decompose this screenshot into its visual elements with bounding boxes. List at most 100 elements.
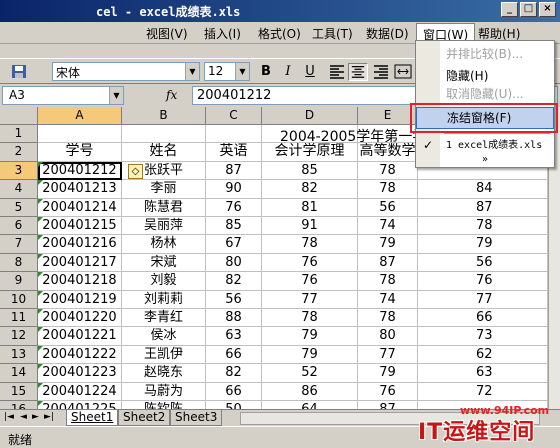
align-center-button[interactable] — [348, 63, 368, 81]
table-cell[interactable]: 赵晓东 — [122, 364, 206, 383]
table-cell[interactable]: 80 — [206, 253, 262, 273]
tab-sheet2[interactable]: Sheet2 — [118, 410, 171, 426]
table-cell[interactable]: 76 — [418, 272, 548, 291]
column-header-d[interactable]: D — [262, 107, 358, 125]
table-cell[interactable]: 刘毅 — [122, 272, 206, 291]
table-cell[interactable]: 91 — [262, 217, 358, 236]
table-cell[interactable]: 74 — [358, 217, 418, 236]
menu-data[interactable]: 数据(D) — [366, 25, 409, 42]
table-cell[interactable]: 李丽 — [122, 180, 206, 199]
student-id-cell[interactable]: 200401224 — [38, 382, 122, 401]
table-cell[interactable]: 76 — [262, 272, 358, 291]
student-id-cell[interactable]: 200401219 — [38, 290, 122, 309]
table-cell[interactable]: 87 — [358, 401, 418, 409]
error-smart-tag-icon[interactable]: ◇ — [128, 163, 143, 179]
table-cell[interactable]: 64 — [262, 401, 358, 409]
row-header[interactable]: 8 — [0, 253, 38, 273]
table-cell[interactable]: 宋斌 — [122, 253, 206, 273]
table-cell[interactable]: 陈慧君 — [122, 198, 206, 217]
table-cell[interactable]: 84 — [418, 180, 548, 199]
table-cell[interactable]: 90 — [206, 180, 262, 199]
row-header[interactable]: 4 — [0, 180, 38, 199]
menu-item-compare-side-by-side[interactable]: 并排比较(B)... — [416, 43, 554, 65]
student-id-cell[interactable]: 200401225 — [38, 401, 122, 409]
expand-menu-icon[interactable]: » — [416, 154, 554, 165]
table-cell[interactable]: 88 — [206, 309, 262, 328]
student-id-cell[interactable]: 200401222 — [38, 345, 122, 365]
table-cell[interactable]: 刘莉莉 — [122, 290, 206, 309]
underline-button[interactable]: U — [300, 63, 320, 81]
row-header[interactable]: 16 — [0, 401, 38, 409]
close-icon[interactable]: × — [539, 2, 556, 17]
first-sheet-icon[interactable]: |◄ — [4, 412, 14, 422]
chevron-down-icon[interactable]: ▼ — [109, 87, 123, 104]
table-cell[interactable]: 73 — [418, 327, 548, 346]
align-right-icon[interactable] — [372, 63, 390, 80]
last-sheet-icon[interactable]: ►| — [44, 412, 54, 422]
table-cell[interactable]: 76 — [262, 253, 358, 273]
table-cell[interactable]: 80 — [358, 327, 418, 346]
italic-button[interactable]: I — [278, 63, 298, 81]
table-cell[interactable]: 82 — [262, 180, 358, 199]
table-cell[interactable]: 52 — [262, 364, 358, 383]
row-header[interactable]: 13 — [0, 345, 38, 365]
table-cell[interactable]: 63 — [418, 364, 548, 383]
name-box[interactable]: A3 ▼ — [2, 86, 124, 105]
table-cell[interactable]: 56 — [418, 253, 548, 273]
table-cell[interactable]: 81 — [262, 198, 358, 217]
column-title-cell[interactable]: 高等数学 — [358, 143, 418, 162]
table-cell[interactable]: 66 — [418, 309, 548, 328]
table-cell[interactable]: 74 — [358, 290, 418, 309]
table-cell[interactable]: 56 — [358, 198, 418, 217]
row-header[interactable]: 5 — [0, 198, 38, 217]
column-header-e[interactable]: E — [358, 107, 418, 125]
table-cell[interactable]: 77 — [262, 290, 358, 309]
font-size-select[interactable]: 12 ▼ — [204, 62, 250, 81]
table-cell[interactable]: 78 — [358, 309, 418, 328]
table-cell[interactable]: 78 — [262, 235, 358, 254]
table-cell[interactable]: 78 — [262, 309, 358, 328]
column-title-cell[interactable]: 会计学原理 — [262, 143, 358, 162]
align-left-icon[interactable] — [328, 63, 346, 80]
table-cell[interactable]: 72 — [418, 382, 548, 401]
row-header[interactable]: 14 — [0, 364, 38, 383]
table-cell[interactable]: 78 — [358, 161, 418, 181]
row-header[interactable]: 7 — [0, 235, 38, 254]
row-header[interactable]: 9 — [0, 272, 38, 291]
table-cell[interactable]: 76 — [206, 198, 262, 217]
table-cell[interactable]: 78 — [358, 180, 418, 199]
table-cell[interactable]: 77 — [418, 290, 548, 309]
bold-button[interactable]: B — [256, 63, 276, 81]
table-cell[interactable]: 87 — [206, 161, 262, 181]
table-cell[interactable]: 66 — [206, 345, 262, 365]
student-id-cell[interactable]: 200401213 — [38, 180, 122, 199]
table-cell[interactable]: 85 — [206, 217, 262, 236]
column-title-cell[interactable]: 姓名 — [122, 143, 206, 162]
insert-function-button[interactable]: fx — [166, 88, 177, 102]
menu-tools[interactable]: 工具(T) — [312, 25, 353, 42]
chevron-down-icon[interactable]: ▼ — [235, 63, 249, 80]
table-cell[interactable]: 马蔚为 — [122, 382, 206, 401]
column-header-a[interactable]: A — [38, 107, 122, 125]
column-header-b[interactable]: B — [122, 107, 206, 125]
prev-sheet-icon[interactable]: ◄ — [20, 412, 27, 422]
student-id-cell[interactable]: 200401223 — [38, 364, 122, 383]
row-header[interactable]: 15 — [0, 382, 38, 401]
student-id-cell[interactable]: 200401214 — [38, 198, 122, 217]
maximize-icon[interactable]: □ — [520, 2, 537, 17]
table-cell[interactable]: 67 — [206, 235, 262, 254]
cell[interactable] — [206, 125, 262, 144]
table-cell[interactable]: 56 — [206, 290, 262, 309]
table-cell[interactable]: 侯冰 — [122, 327, 206, 346]
table-cell[interactable]: 87 — [358, 253, 418, 273]
select-all-corner[interactable] — [0, 107, 38, 125]
merge-center-icon[interactable] — [394, 63, 412, 80]
student-id-cell[interactable]: 200401212 — [38, 161, 122, 181]
table-cell[interactable]: 79 — [418, 235, 548, 254]
table-cell[interactable]: 李青红 — [122, 309, 206, 328]
menu-item-unhide[interactable]: 取消隐藏(U)... — [416, 87, 554, 101]
row-header[interactable]: 6 — [0, 217, 38, 236]
font-name-select[interactable]: 宋体 ▼ — [52, 62, 200, 81]
table-cell[interactable]: 87 — [418, 198, 548, 217]
student-id-cell[interactable]: 200401217 — [38, 253, 122, 273]
